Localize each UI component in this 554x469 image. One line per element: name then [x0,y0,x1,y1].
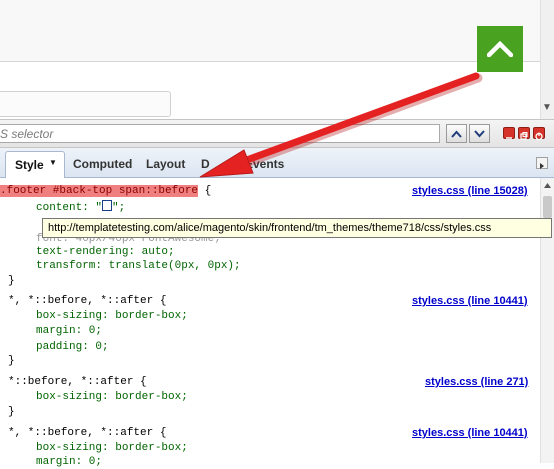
rule-close-brace: } [8,406,15,418]
declaration-tail: "; [112,202,126,214]
css-selector[interactable]: *::before, *::after { [8,376,147,389]
chevron-down-icon [474,129,485,137]
dropdown-arrow-icon[interactable]: ▼ [49,158,57,167]
rule-header: .footer #back-top span::before { [0,185,211,198]
chevron-up-icon [487,41,513,57]
tabs-overflow-button[interactable] [536,157,548,169]
tab-dom[interactable]: D [201,157,210,171]
triangle-up-icon [544,183,551,188]
stylesheet-link[interactable]: styles.css (line 10441) [412,427,528,440]
rule-close-brace: } [8,355,15,367]
css-declaration[interactable]: content: " "; [36,200,126,214]
selector-toolbar: S selector [0,119,554,148]
restore-icon[interactable] [518,127,530,140]
close-icon[interactable] [533,127,545,141]
rule-open-brace: { [198,185,212,197]
css-selector[interactable]: *, *::before, *::after { [8,295,166,308]
rule-close-brace: } [8,275,15,287]
glyph-placeholder-icon [102,200,113,211]
back-to-top-button[interactable] [477,26,523,72]
css-declaration[interactable]: box-sizing: border-box; [36,391,188,404]
css-selector[interactable]: .footer #back-top span::before [0,185,199,197]
side-panel-tabs: Style ▼ Computed Layout D Events [0,148,554,178]
css-selector[interactable]: *, *::before, *::after { [8,427,166,440]
next-match-button[interactable] [469,124,490,143]
css-declaration[interactable]: padding: 0; [36,341,109,354]
css-declaration[interactable]: box-sizing: border-box; [36,442,188,455]
triangle-right-icon [540,163,544,169]
selector-placeholder: S selector [0,127,54,141]
stylesheet-url-tooltip: http://templatetesting.com/alice/magento… [42,218,552,238]
declaration-text: content: " [36,202,103,214]
page-input-box [0,91,171,117]
minimize-icon[interactable] [503,127,515,139]
chevron-up-icon [451,130,462,138]
tab-events[interactable]: Events [245,157,284,171]
tab-layout[interactable]: Layout [146,157,185,171]
css-selector-input[interactable]: S selector [0,124,440,143]
css-declaration[interactable]: box-sizing: border-box; [36,310,188,323]
stylesheet-link[interactable]: styles.css (line 15028) [412,185,528,198]
css-declaration[interactable]: text-rendering: auto; [36,246,175,259]
tab-style[interactable]: Style ▼ [5,151,65,178]
previous-match-button[interactable] [446,124,467,143]
triangle-down-icon[interactable]: ▼ [540,101,554,115]
css-declaration[interactable]: transform: translate(0px, 0px); [36,260,241,273]
tab-style-label: Style [15,158,44,172]
stylesheet-link[interactable]: styles.css (line 10441) [412,295,528,308]
stylesheet-link[interactable]: styles.css (line 271) [425,376,528,389]
tab-computed[interactable]: Computed [73,157,132,171]
css-declaration[interactable]: margin: 0; [36,325,102,338]
scrollbar-thumb[interactable] [543,196,552,218]
